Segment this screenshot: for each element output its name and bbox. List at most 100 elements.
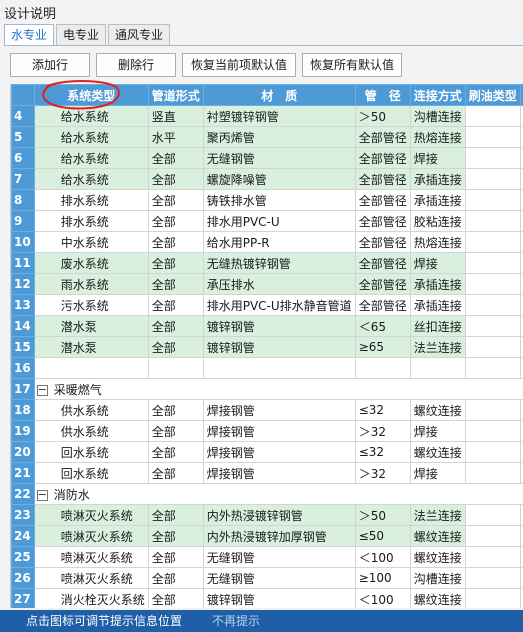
cell-system-type[interactable]: 喷淋灭火系统 [33,504,149,526]
table-row[interactable]: 14 潜水泵 全部 镀锌钢管 ＜65 丝扣连接 [11,315,523,337]
status-dismiss[interactable]: 不再提示 [212,614,260,628]
cell-paint-type[interactable] [464,147,521,169]
cell-paint-type[interactable] [464,189,521,211]
cell-paint-type[interactable] [464,546,521,568]
cell-connection[interactable]: 焊接 [409,147,466,169]
cell-diameter[interactable]: ≤32 [354,441,411,463]
cell-system-type[interactable]: 给水系统 [33,168,149,190]
cell-material[interactable]: 无缝钢管 [202,147,356,169]
cell-pipe-form[interactable]: 全部 [147,399,204,421]
cell-paint-type[interactable] [464,252,521,274]
group-row[interactable]: 22− 消防水 [11,483,523,505]
cell-material[interactable]: 承压排水 [202,273,356,295]
cell-connection[interactable]: 法兰连接 [409,504,466,526]
cell-paint-type[interactable] [464,294,521,316]
cell-system-type[interactable]: 消火栓灭火系统 [33,588,149,608]
cell-paint-type[interactable] [464,168,521,190]
table-row[interactable]: 26 喷淋灭火系统 全部 无缝钢管 ≥100 沟槽连接 [11,567,523,589]
cell-system-type[interactable]: 供水系统 [33,420,149,442]
cell-connection[interactable]: 承插连接 [409,273,466,295]
cell-material[interactable]: 排水用PVC-U [202,210,356,232]
cell-material[interactable]: 内外热浸镀锌钢管 [202,504,356,526]
header-connection[interactable]: 连接方式 [409,84,466,106]
cell-system-type[interactable]: 喷淋灭火系统 [33,525,149,547]
cell-pipe-form[interactable]: 全部 [147,252,204,274]
cell-pipe-form[interactable]: 全部 [147,504,204,526]
cell-paint-type[interactable] [464,567,521,589]
tab-water[interactable]: 水专业 [4,24,55,46]
cell-paint-type[interactable] [464,357,521,379]
table-row[interactable]: 16 [11,357,523,379]
cell-material[interactable]: 铸铁排水管 [202,189,356,211]
cell-diameter[interactable]: ＜100 [354,588,411,608]
cell-material[interactable]: 衬塑镀锌钢管 [202,105,356,127]
cell-paint-type[interactable] [464,126,521,148]
cell-paint-type[interactable] [464,336,521,358]
cell-paint-type[interactable] [464,231,521,253]
table-row[interactable]: 21 回水系统 全部 焊接钢管 ＞32 焊接 [11,462,523,484]
cell-diameter[interactable]: ＜65 [354,315,411,337]
cell-pipe-form[interactable]: 全部 [147,315,204,337]
tab-hvac[interactable]: 通风专业 [108,24,171,46]
cell-diameter[interactable]: ≥65 [354,336,411,358]
header-material[interactable]: 材 质 [202,84,356,106]
table-row[interactable]: 11 废水系统 全部 无缝热镀锌钢管 全部管径 焊接 [11,252,523,274]
cell-diameter[interactable]: 全部管径 [354,273,411,295]
cell-pipe-form[interactable]: 全部 [147,567,204,589]
cell-pipe-form[interactable]: 全部 [147,168,204,190]
table-row[interactable]: 8 排水系统 全部 铸铁排水管 全部管径 承插连接 [11,189,523,211]
cell-pipe-form[interactable]: 全部 [147,420,204,442]
restore-all-defaults-button[interactable]: 恢复所有默认值 [302,53,402,77]
cell-material[interactable]: 焊接钢管 [202,420,356,442]
cell-pipe-form[interactable]: 全部 [147,147,204,169]
cell-pipe-form[interactable]: 全部 [147,546,204,568]
cell-material[interactable]: 焊接钢管 [202,441,356,463]
cell-connection[interactable]: 沟槽连接 [409,105,466,127]
cell-diameter[interactable]: ≤50 [354,525,411,547]
cell-connection[interactable]: 螺纹连接 [409,441,466,463]
group-row[interactable]: 17− 采暖燃气 [11,378,523,400]
table-row[interactable]: 27 消火栓灭火系统 全部 镀锌钢管 ＜100 螺纹连接 [11,588,523,608]
cell-connection[interactable]: 承插连接 [409,294,466,316]
cell-system-type[interactable]: 中水系统 [33,231,149,253]
table-row[interactable]: 10 中水系统 全部 给水用PP-R 全部管径 热熔连接 [11,231,523,253]
header-system-type[interactable]: 系统类型 [33,84,149,106]
cell-diameter[interactable]: ＞50 [354,504,411,526]
cell-diameter[interactable]: ＞32 [354,462,411,484]
cell-paint-type[interactable] [464,588,521,608]
cell-system-type[interactable]: 潜水泵 [33,315,149,337]
cell-diameter[interactable]: ≥100 [354,567,411,589]
tab-electrical[interactable]: 电专业 [56,24,107,46]
table-row[interactable]: 15 潜水泵 全部 镀锌钢管 ≥65 法兰连接 [11,336,523,358]
table-row[interactable]: 12 雨水系统 全部 承压排水 全部管径 承插连接 [11,273,523,295]
cell-system-type[interactable]: 给水系统 [33,126,149,148]
cell-pipe-form[interactable]: 全部 [147,525,204,547]
restore-current-default-button[interactable]: 恢复当前项默认值 [182,53,296,77]
cell-diameter[interactable]: 全部管径 [354,294,411,316]
cell-system-type[interactable]: 排水系统 [33,210,149,232]
cell-connection[interactable]: 焊接 [409,462,466,484]
cell-material[interactable]: 镀锌钢管 [202,315,356,337]
cell-diameter[interactable] [354,357,411,379]
cell-material[interactable]: 无缝钢管 [202,567,356,589]
cell-pipe-form[interactable]: 全部 [147,189,204,211]
table-row[interactable]: 23 喷淋灭火系统 全部 内外热浸镀锌钢管 ＞50 法兰连接 [11,504,523,526]
table-row[interactable]: 9 排水系统 全部 排水用PVC-U 全部管径 胶粘连接 [11,210,523,232]
cell-system-type[interactable]: 潜水泵 [33,336,149,358]
table-row[interactable]: 20 回水系统 全部 焊接钢管 ≤32 螺纹连接 [11,441,523,463]
cell-material[interactable]: 给水用PP-R [202,231,356,253]
cell-system-type[interactable]: 喷淋灭火系统 [33,567,149,589]
cell-paint-type[interactable] [464,315,521,337]
cell-pipe-form[interactable]: 全部 [147,462,204,484]
header-paint-type[interactable]: 刷油类型 [464,84,521,106]
cell-connection[interactable]: 胶粘连接 [409,210,466,232]
cell-material[interactable]: 镀锌钢管 [202,336,356,358]
cell-paint-type[interactable] [464,105,521,127]
table-row[interactable]: 24 喷淋灭火系统 全部 内外热浸镀锌加厚钢管 ≤50 螺纹连接 [11,525,523,547]
table-row[interactable]: 4 给水系统 竖直 衬塑镀锌钢管 ＞50 沟槽连接 [11,105,523,127]
cell-pipe-form[interactable]: 全部 [147,294,204,316]
cell-diameter[interactable]: ＞32 [354,420,411,442]
cell-connection[interactable]: 螺纹连接 [409,546,466,568]
cell-connection[interactable]: 承插连接 [409,189,466,211]
cell-system-type[interactable]: 喷淋灭火系统 [33,546,149,568]
